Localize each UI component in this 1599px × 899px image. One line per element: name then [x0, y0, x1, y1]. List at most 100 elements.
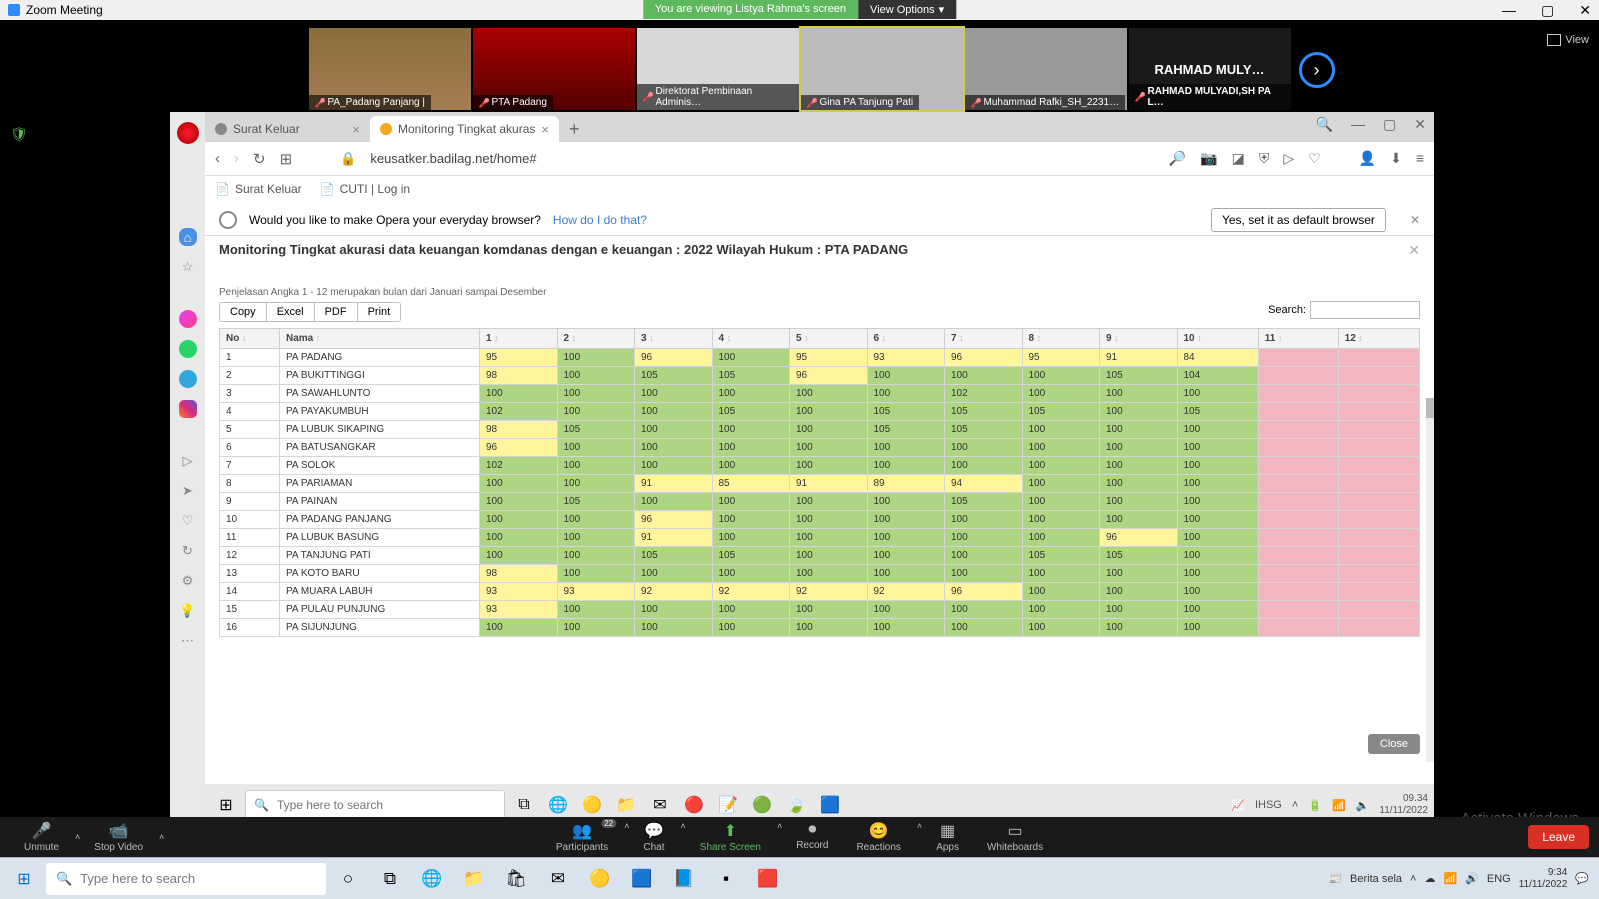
search-input[interactable]: [1310, 301, 1420, 319]
table-row[interactable]: 11PA LUBUK BASUNG10010091100100100100100…: [220, 529, 1420, 547]
table-row[interactable]: 12PA TANJUNG PATI10010010510510010010010…: [220, 547, 1420, 565]
host-tray-chevron[interactable]: ˄: [1410, 873, 1416, 885]
shared-clock[interactable]: 09.3411/11/2022: [1379, 793, 1428, 817]
sidebar-settings-icon[interactable]: ⚙: [179, 572, 197, 590]
shared-chrome2-icon[interactable]: 🟢: [747, 790, 777, 820]
zoom-stopvideo-button[interactable]: 📹Stop Video: [80, 821, 157, 853]
zoom-participants-button[interactable]: 👥Participants22: [542, 821, 622, 853]
col-header[interactable]: 10: [1177, 329, 1258, 349]
sidebar-star-icon[interactable]: ☆: [179, 258, 197, 276]
excel-button[interactable]: Excel: [267, 303, 315, 321]
col-header[interactable]: 5: [790, 329, 868, 349]
shared-start-button[interactable]: ⊞: [211, 790, 241, 820]
table-row[interactable]: 15PA PULAU PUNJUNG9310010010010010010010…: [220, 601, 1420, 619]
zoom-whiteboards-button[interactable]: ▭Whiteboards: [973, 821, 1057, 853]
video-tile[interactable]: Direktorat Pembinaan Adminis…: [637, 28, 799, 110]
sidebar-whatsapp-icon[interactable]: [179, 340, 197, 358]
host-terminal-icon[interactable]: ▪: [706, 859, 746, 899]
host-zoom-icon[interactable]: 🟦: [622, 859, 662, 899]
host-notifications-icon[interactable]: 💬: [1575, 872, 1589, 885]
opera-prompt-how-link[interactable]: How do I do that?: [553, 213, 647, 227]
addr-snapshot-icon[interactable]: 📷: [1200, 150, 1217, 167]
shared-tray-vol-icon[interactable]: 🔈: [1356, 799, 1370, 812]
pdf-button[interactable]: PDF: [315, 303, 358, 321]
col-header[interactable]: 11: [1258, 329, 1338, 349]
sidebar-send-icon[interactable]: ➤: [179, 482, 197, 500]
sidebar-more-icon[interactable]: ⋯: [179, 632, 197, 650]
zoom-unmute-button[interactable]: 🎤Unmute: [10, 821, 73, 853]
addr-play-icon[interactable]: ▷: [1283, 150, 1294, 167]
col-header[interactable]: Nama: [280, 329, 480, 349]
nav-forward-button[interactable]: ›: [234, 150, 239, 167]
addr-download-icon[interactable]: ⬇: [1390, 150, 1402, 167]
addr-shield-icon[interactable]: ⛨: [1259, 150, 1270, 167]
bookmark-cuti-login[interactable]: 📄 CUTI | Log in: [320, 182, 410, 196]
sidebar-bulb-icon[interactable]: 💡: [179, 602, 197, 620]
shared-zoom-icon[interactable]: 🟦: [815, 790, 845, 820]
col-header[interactable]: 9: [1100, 329, 1178, 349]
new-tab-button[interactable]: +: [559, 116, 590, 142]
zoom-chat-button[interactable]: 💬Chat: [629, 821, 678, 853]
col-header[interactable]: 8: [1022, 329, 1100, 349]
table-row[interactable]: 3PA SAWAHLUNTO10010010010010010010210010…: [220, 385, 1420, 403]
sidebar-heart-icon[interactable]: ♡: [179, 512, 197, 530]
zoom-apps-button[interactable]: ▦Apps: [922, 821, 973, 853]
browser-search-icon[interactable]: 🔍: [1316, 116, 1333, 133]
shared-mail-icon[interactable]: ✉: [645, 790, 675, 820]
host-search-input[interactable]: 🔍 Type here to search: [46, 863, 326, 895]
opera-prompt-yes-button[interactable]: Yes, set it as default browser: [1211, 208, 1386, 232]
addr-profile-icon[interactable]: 👤: [1359, 150, 1376, 167]
shared-opera-icon[interactable]: 🔴: [679, 790, 709, 820]
browser-tab[interactable]: Monitoring Tingkat akuras×: [370, 116, 559, 142]
host-word-icon[interactable]: 📘: [664, 859, 704, 899]
shared-taskview-icon[interactable]: ⧉: [509, 790, 539, 820]
page-panel-close-button[interactable]: ✕: [1408, 242, 1420, 259]
host-chrome-icon[interactable]: 🟡: [580, 859, 620, 899]
nav-reload-button[interactable]: ↻: [253, 150, 266, 168]
browser-tab[interactable]: Surat Keluar×: [205, 116, 370, 142]
sidebar-messenger-icon[interactable]: [179, 310, 197, 328]
col-header[interactable]: 4: [712, 329, 790, 349]
shared-app-icon[interactable]: 🍃: [781, 790, 811, 820]
host-taskview-icon[interactable]: ⧉: [370, 859, 410, 899]
shared-tray-battery-icon[interactable]: 🔋: [1308, 799, 1322, 812]
col-header[interactable]: 3: [635, 329, 713, 349]
col-header[interactable]: No: [220, 329, 280, 349]
tab-close-button[interactable]: ×: [352, 122, 360, 137]
view-options-button[interactable]: View Options▾: [858, 0, 956, 19]
addr-zoom-icon[interactable]: 🔎: [1169, 150, 1186, 167]
sidebar-play-icon[interactable]: ▷: [179, 452, 197, 470]
close-button[interactable]: ✕: [1579, 2, 1591, 19]
host-edge-icon[interactable]: 🌐: [412, 859, 452, 899]
addr-menu-icon[interactable]: ≡: [1416, 150, 1424, 167]
table-row[interactable]: 5PA LUBUK SIKAPING9810510010010010510510…: [220, 421, 1420, 439]
print-button[interactable]: Print: [358, 303, 401, 321]
copy-button[interactable]: Copy: [220, 303, 267, 321]
host-tray-wifi-icon[interactable]: 📶: [1443, 872, 1457, 885]
shared-ihsg-label[interactable]: IHSG: [1255, 799, 1282, 811]
addr-heart-icon[interactable]: ♡: [1308, 150, 1321, 167]
zoom-video-menu[interactable]: ˄: [159, 832, 164, 842]
video-tile[interactable]: RAHMAD MULY…RAHMAD MULYADI,SH PA L…: [1129, 28, 1291, 110]
shared-tray-chevron[interactable]: ˄: [1292, 799, 1298, 811]
video-tile[interactable]: PTA Padang: [473, 28, 635, 110]
host-store-icon[interactable]: 🛍: [496, 859, 536, 899]
col-header[interactable]: 12: [1338, 329, 1419, 349]
table-row[interactable]: 4PA PAYAKUMBUH10210010010510010510510510…: [220, 403, 1420, 421]
shared-explorer-icon[interactable]: 📁: [611, 790, 641, 820]
table-row[interactable]: 6PA BATUSANGKAR9610010010010010010010010…: [220, 439, 1420, 457]
opera-prompt-close-button[interactable]: ✕: [1410, 213, 1420, 227]
table-row[interactable]: 1PA PADANG9510096100959396959184: [220, 349, 1420, 367]
sidebar-instagram-icon[interactable]: [179, 400, 197, 418]
next-videos-button[interactable]: ›: [1299, 52, 1335, 88]
browser-maximize-icon[interactable]: ▢: [1383, 116, 1396, 133]
bookmark-surat-keluar[interactable]: 📄 Surat Keluar: [215, 182, 302, 196]
host-tray-vol-icon[interactable]: 🔊: [1465, 872, 1479, 885]
address-bar[interactable]: keusatker.badilag.net/home#: [370, 151, 1154, 166]
table-row[interactable]: 14PA MUARA LABUH93939292929296100100100: [220, 583, 1420, 601]
video-tile[interactable]: Gina PA Tanjung Pati: [801, 28, 963, 110]
sidebar-history-icon[interactable]: ↻: [179, 542, 197, 560]
host-explorer-icon[interactable]: 📁: [454, 859, 494, 899]
col-header[interactable]: 7: [945, 329, 1023, 349]
host-tray-lang[interactable]: ENG: [1487, 873, 1511, 885]
